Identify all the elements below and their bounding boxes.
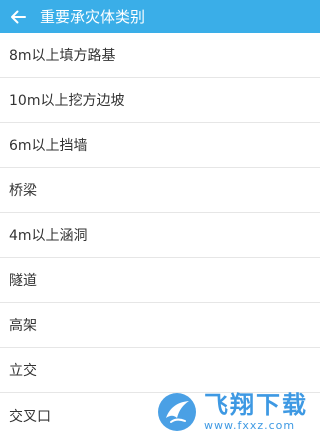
list-item-label: 8m以上填方路基 xyxy=(9,48,116,64)
list-item-label: 10m以上挖方边坡 xyxy=(9,93,125,109)
list-item-label: 高架 xyxy=(9,318,37,334)
list-item[interactable]: 4m以上涵洞 xyxy=(0,213,320,258)
back-button[interactable] xyxy=(0,0,36,33)
list-item[interactable]: 交叉口 xyxy=(0,393,320,438)
list-item-label: 桥梁 xyxy=(9,183,37,199)
list-item[interactable]: 桥梁 xyxy=(0,168,320,213)
list-item[interactable]: 6m以上挡墙 xyxy=(0,123,320,168)
list-item[interactable]: 立交 xyxy=(0,348,320,393)
category-list: 8m以上填方路基 10m以上挖方边坡 6m以上挡墙 桥梁 4m以上涵洞 隧道 高… xyxy=(0,33,320,441)
list-item-label: 立交 xyxy=(9,363,37,379)
list-item-label: 6m以上挡墙 xyxy=(9,138,88,154)
list-item-label: 交叉口 xyxy=(9,408,51,425)
list-item[interactable]: 高架 xyxy=(0,303,320,348)
arrow-left-icon xyxy=(11,10,26,23)
list-item-label: 隧道 xyxy=(9,273,37,289)
page-title: 重要承灾体类别 xyxy=(40,8,146,26)
list-item[interactable]: 10m以上挖方边坡 xyxy=(0,78,320,123)
app-bar: 重要承灾体类别 xyxy=(0,0,320,33)
list-item-label: 4m以上涵洞 xyxy=(9,228,88,244)
list-item[interactable]: 8m以上填方路基 xyxy=(0,33,320,78)
list-item[interactable]: 隧道 xyxy=(0,258,320,303)
